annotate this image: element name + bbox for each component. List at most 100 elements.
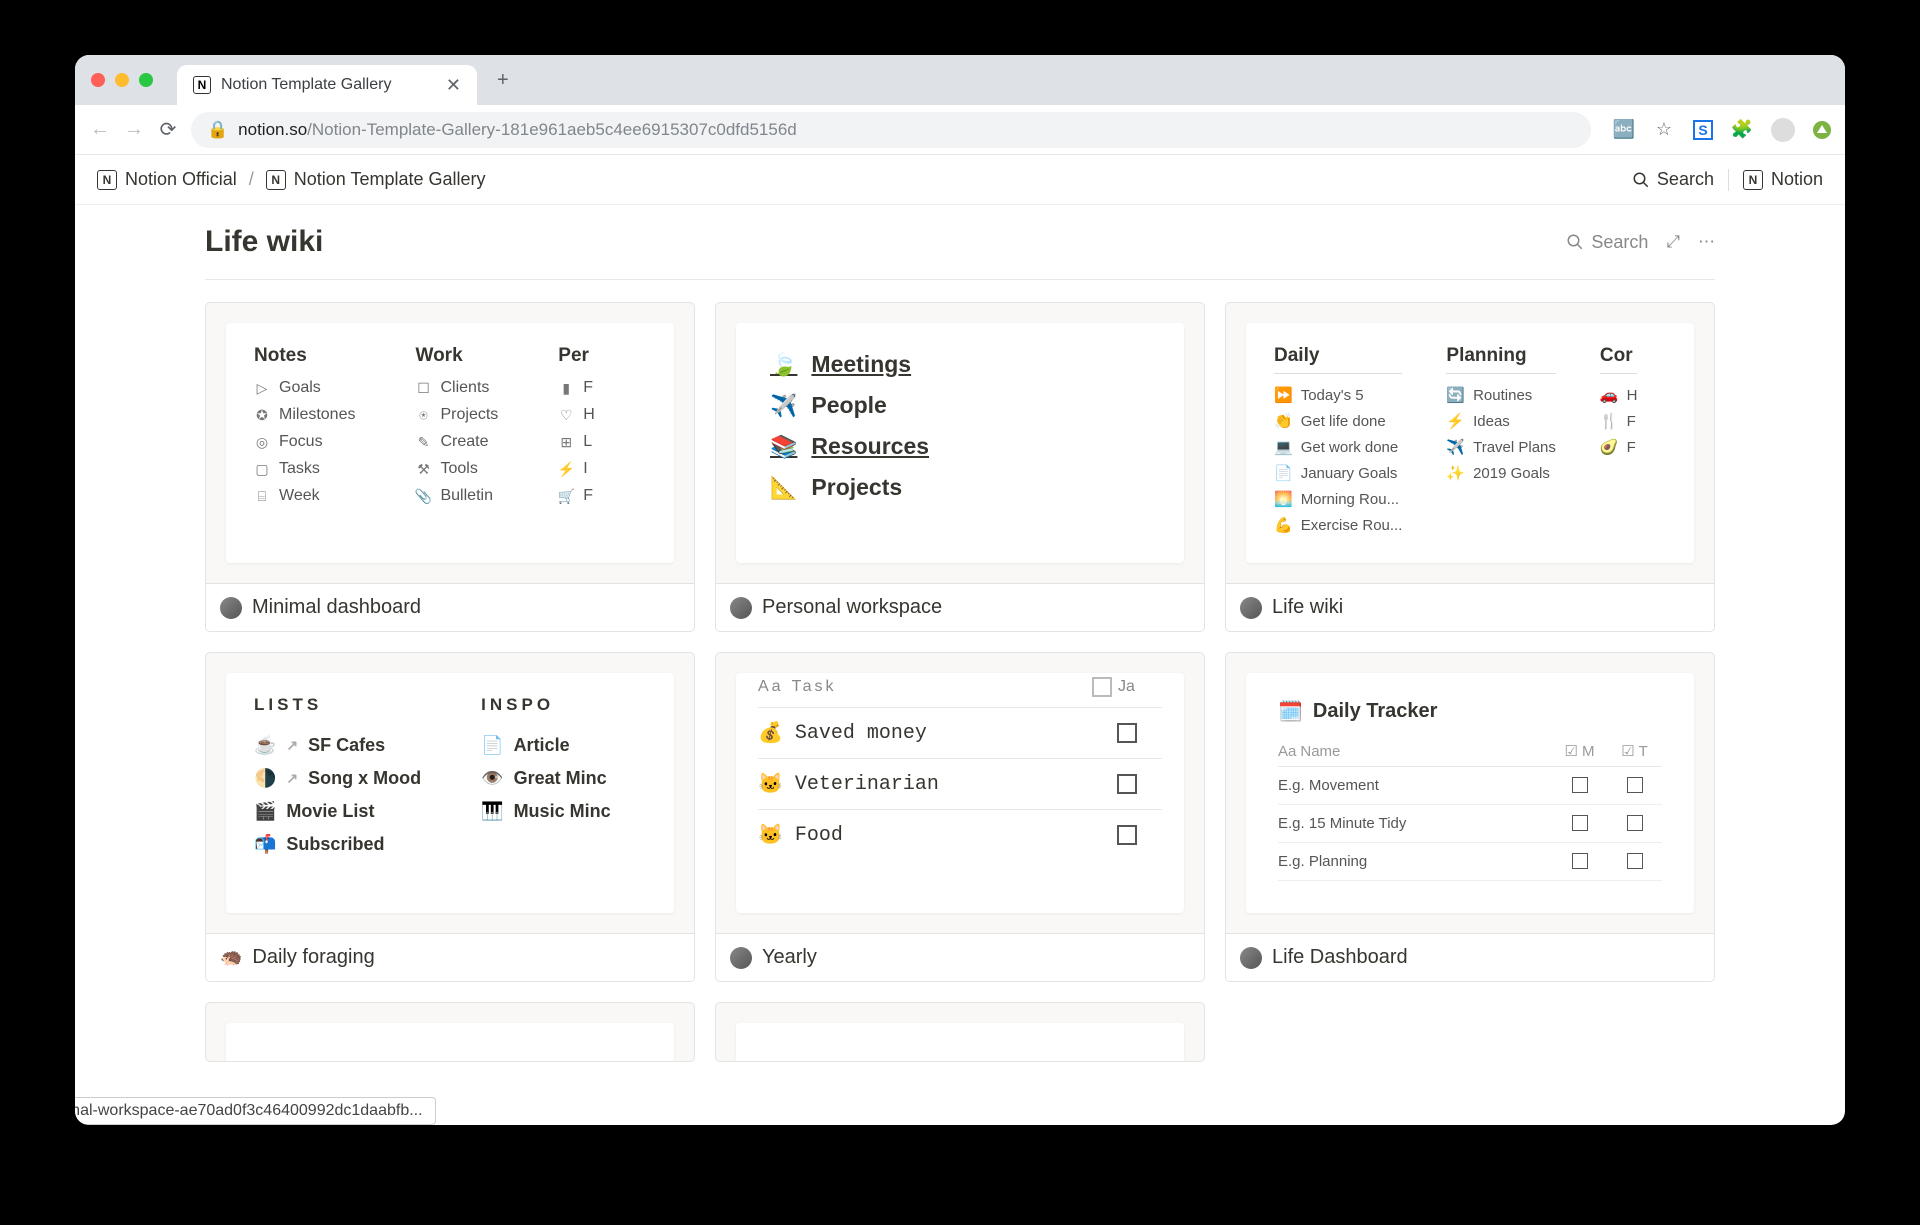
list-item[interactable]: ⊞L [558, 433, 595, 451]
checkbox[interactable] [1572, 853, 1588, 869]
checkbox[interactable] [1117, 723, 1137, 743]
list-item[interactable]: ⏩Today's 5 [1274, 386, 1402, 404]
breadcrumb-root[interactable]: N Notion Official [97, 169, 237, 190]
template-card-daily-foraging[interactable]: LISTS☕↗SF Cafes🌗↗Song x Mood🎬Movie List📬… [205, 652, 695, 982]
template-card-yearly[interactable]: AaTaskJa💰Saved money🐱Veterinarian🐱FoodYe… [715, 652, 1205, 982]
card-footer: Personal workspace [716, 583, 1204, 631]
list-item[interactable]: 🎹Music Minc [481, 801, 610, 822]
extensions-puzzle-icon[interactable]: 🧩 [1731, 119, 1753, 141]
translate-icon[interactable]: 🔤 [1613, 119, 1635, 141]
checkbox[interactable] [1117, 825, 1137, 845]
column-label: Task [792, 678, 837, 696]
reload-button[interactable]: ⟳ [157, 117, 179, 142]
list-item[interactable]: 🍃Meetings [770, 351, 1150, 378]
minimize-window-button[interactable] [115, 73, 129, 87]
list-item[interactable]: 👁️Great Minc [481, 768, 610, 789]
close-tab-button[interactable]: ✕ [446, 75, 461, 96]
list-item[interactable]: 🎬Movie List [254, 801, 421, 822]
list-item[interactable]: 📄January Goals [1274, 464, 1402, 482]
template-card-personal-workspace[interactable]: 🍃Meetings ✈️People 📚Resources 📐Projects Pers… [715, 302, 1205, 632]
forward-button[interactable]: → [123, 118, 145, 141]
breadcrumb-current[interactable]: N Notion Template Gallery [266, 169, 486, 190]
template-card-minimal-dashboard[interactable]: Notes▷Goals✪Milestones◎Focus▢Tasks⌸WeekW… [205, 302, 695, 632]
list-item[interactable]: 📚Resources [770, 433, 1150, 460]
notion-home-button[interactable]: N Notion [1743, 169, 1823, 190]
list-item[interactable]: 🥑F [1600, 438, 1638, 456]
maximize-window-button[interactable] [139, 73, 153, 87]
list-item[interactable]: ⌸Week [254, 487, 355, 505]
list-item[interactable]: ✨2019 Goals [1446, 464, 1556, 482]
checkbox[interactable] [1627, 815, 1643, 831]
list-item[interactable]: ✈️Travel Plans [1446, 438, 1556, 456]
table-row[interactable]: E.g. 15 Minute Tidy [1278, 805, 1662, 843]
list-item[interactable]: ☕↗SF Cafes [254, 735, 421, 756]
list-item[interactable]: ⚡Ideas [1446, 412, 1556, 430]
list-item[interactable]: 👏Get life done [1274, 412, 1402, 430]
list-item[interactable]: ♡H [558, 406, 595, 424]
list-item[interactable]: ☐Clients [415, 379, 498, 397]
global-search-button[interactable]: Search [1632, 169, 1714, 190]
tab-title: Notion Template Gallery [221, 76, 391, 94]
more-icon[interactable]: ⋯ [1698, 232, 1715, 252]
url-input[interactable]: 🔒 notion.so/Notion-Template-Gallery-181e… [191, 112, 1591, 148]
list-item[interactable]: 💻Get work done [1274, 438, 1402, 456]
template-card-life-wiki[interactable]: Daily⏩Today's 5👏Get life done💻Get work d… [1225, 302, 1715, 632]
item-label: Subscribed [286, 834, 384, 855]
back-button[interactable]: ← [89, 118, 111, 141]
page-search-button[interactable]: Search [1566, 232, 1648, 253]
list-item[interactable]: 📐Projects [770, 474, 1150, 501]
new-tab-button[interactable]: + [497, 69, 509, 92]
template-card-partial[interactable] [715, 1002, 1205, 1062]
extension-s-icon[interactable]: S [1693, 120, 1713, 140]
list-item[interactable]: ▷Goals [254, 379, 355, 397]
table-row[interactable]: 💰Saved money [758, 707, 1162, 758]
list-item[interactable]: ▮F [558, 379, 595, 397]
table-row[interactable]: E.g. Planning [1278, 843, 1662, 881]
list-item[interactable]: ⍟Projects [415, 406, 498, 424]
item-emoji-icon: 👁️ [481, 768, 503, 789]
breadcrumb-current-label: Notion Template Gallery [294, 169, 486, 190]
list-item[interactable]: ▢Tasks [254, 460, 355, 478]
list-item[interactable]: 📄Article [481, 735, 610, 756]
list-item[interactable]: ✪Milestones [254, 406, 355, 424]
browser-tab[interactable]: N Notion Template Gallery ✕ [177, 65, 477, 105]
profile-avatar-icon[interactable] [1771, 118, 1795, 142]
checkbox[interactable] [1117, 774, 1137, 794]
checkbox[interactable] [1627, 777, 1643, 793]
item-label: People [811, 392, 886, 419]
table-row[interactable]: 🐱Veterinarian [758, 758, 1162, 809]
item-emoji-icon: 💻 [1274, 438, 1293, 456]
card-footer: 🦔Daily foraging [206, 933, 694, 981]
list-item[interactable]: 🛒F [558, 487, 595, 505]
card-preview: Daily⏩Today's 5👏Get life done💻Get work d… [1226, 303, 1714, 583]
item-emoji-icon: 📚 [770, 434, 797, 460]
list-item[interactable]: ✎Create [415, 433, 498, 451]
checkbox[interactable] [1627, 853, 1643, 869]
list-item[interactable]: 📎Bulletin [415, 487, 498, 505]
list-item[interactable]: 💪Exercise Rou... [1274, 516, 1402, 534]
list-item[interactable]: 🌗↗Song x Mood [254, 768, 421, 789]
close-window-button[interactable] [91, 73, 105, 87]
list-item[interactable]: 🚗H [1600, 386, 1638, 404]
checkbox[interactable] [1572, 815, 1588, 831]
table-row[interactable]: E.g. Movement [1278, 767, 1662, 805]
item-label: SF Cafes [308, 735, 385, 756]
card-footer: Minimal dashboard [206, 583, 694, 631]
template-card-partial[interactable] [205, 1002, 695, 1062]
lock-icon: 🔒 [207, 120, 228, 140]
extension-green-icon[interactable] [1813, 121, 1831, 139]
list-item[interactable]: 📬Subscribed [254, 834, 421, 855]
expand-icon[interactable]: ⤢ [1666, 232, 1680, 252]
checkbox[interactable] [1572, 777, 1588, 793]
list-item[interactable]: ⚒Tools [415, 460, 498, 478]
row-label: Saved money [795, 722, 927, 745]
list-item[interactable]: ◎Focus [254, 433, 355, 451]
list-item[interactable]: ⚡I [558, 460, 595, 478]
list-item[interactable]: 🌅Morning Rou... [1274, 490, 1402, 508]
list-item[interactable]: ✈️People [770, 392, 1150, 419]
list-item[interactable]: 🍴F [1600, 412, 1638, 430]
table-row[interactable]: 🐱Food [758, 809, 1162, 860]
bookmark-star-icon[interactable]: ☆ [1653, 119, 1675, 141]
template-card-life-dashboard[interactable]: 🗓️Daily TrackerAa Name☑ M☑ TE.g. Movemen… [1225, 652, 1715, 982]
list-item[interactable]: 🔄Routines [1446, 386, 1556, 404]
